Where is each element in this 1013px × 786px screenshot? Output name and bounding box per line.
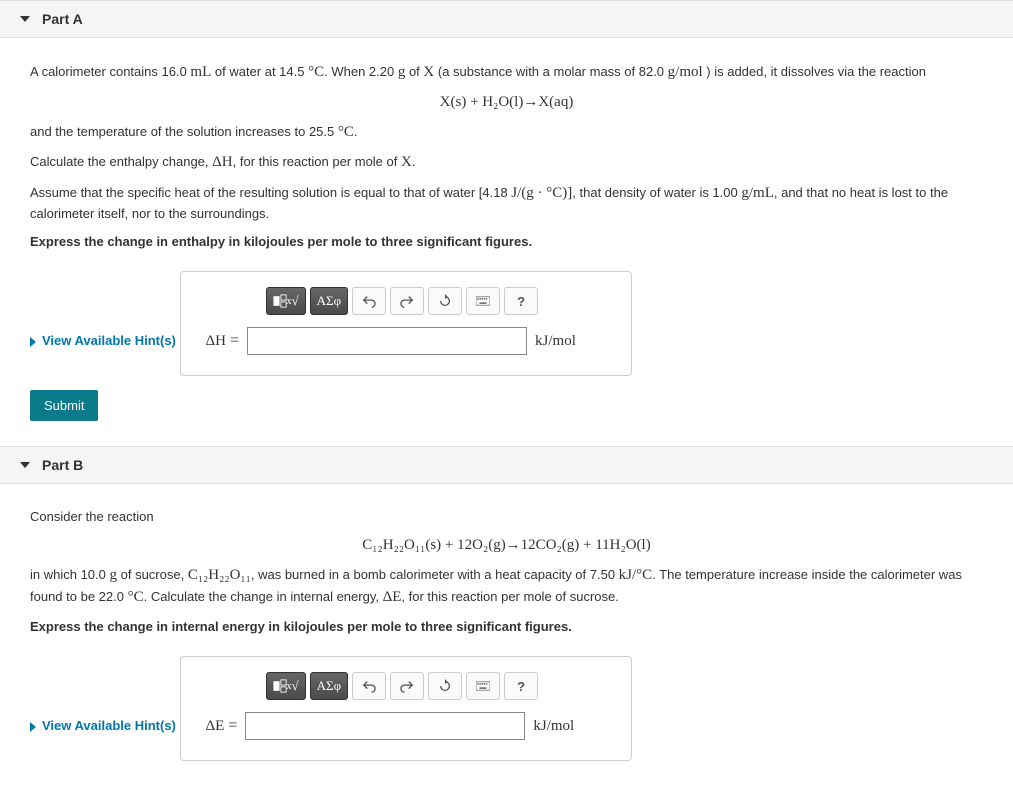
part-a-content: A calorimeter contains 16.0 mL of water … bbox=[0, 38, 1013, 446]
caret-right-icon bbox=[30, 722, 36, 732]
equation-2: C₁₂H₂₂O₁₁(s) + 12O₂(g)→12CO₂(g) + 11H₂O(… bbox=[30, 537, 983, 554]
template-icon bbox=[273, 294, 287, 308]
answer-row-b: ΔE = kJ/mol bbox=[206, 712, 606, 740]
part-a-paragraph-4: Assume that the specific heat of the res… bbox=[30, 182, 983, 224]
part-b-paragraph-2: in which 10.0 g of sucrose, C₁₂H₂₂O₁₁, w… bbox=[30, 564, 983, 609]
redo-icon bbox=[400, 679, 414, 693]
part-a-paragraph-2: and the temperature of the solution incr… bbox=[30, 121, 983, 144]
view-hints-link[interactable]: View Available Hint(s) bbox=[30, 333, 176, 348]
part-a-paragraph-3: Calculate the enthalpy change, ΔH, for t… bbox=[30, 151, 983, 174]
submit-button-a[interactable]: Submit bbox=[30, 390, 98, 421]
answer-box-a: x√ ΑΣφ ? ΔH = kJ/mol bbox=[180, 271, 632, 376]
reset-button[interactable] bbox=[428, 672, 462, 700]
reset-icon bbox=[438, 679, 452, 693]
keyboard-button[interactable] bbox=[466, 672, 500, 700]
template-button[interactable]: x√ bbox=[266, 672, 306, 700]
redo-icon bbox=[400, 294, 414, 308]
answer-input-b[interactable] bbox=[245, 712, 525, 740]
undo-icon bbox=[362, 679, 376, 693]
caret-right-icon bbox=[30, 337, 36, 347]
part-b-header[interactable]: Part B bbox=[0, 446, 1013, 484]
reset-button[interactable] bbox=[428, 287, 462, 315]
answer-row-a: ΔH = kJ/mol bbox=[206, 327, 606, 355]
keyboard-icon bbox=[476, 679, 490, 693]
keyboard-icon bbox=[476, 294, 490, 308]
caret-down-icon bbox=[20, 16, 30, 22]
view-hints-link-b[interactable]: View Available Hint(s) bbox=[30, 718, 176, 733]
keyboard-button[interactable] bbox=[466, 287, 500, 315]
answer-box-b: x√ ΑΣφ ? ΔE = kJ/mol bbox=[180, 656, 632, 761]
part-a-title: Part A bbox=[42, 11, 83, 27]
undo-icon bbox=[362, 294, 376, 308]
part-b-paragraph-1: Consider the reaction bbox=[30, 507, 983, 527]
part-a-header[interactable]: Part A bbox=[0, 0, 1013, 38]
reset-icon bbox=[438, 294, 452, 308]
part-b-content: Consider the reaction C₁₂H₂₂O₁₁(s) + 12O… bbox=[0, 484, 1013, 786]
undo-button[interactable] bbox=[352, 287, 386, 315]
part-a-paragraph-1: A calorimeter contains 16.0 mL of water … bbox=[30, 61, 983, 84]
caret-down-icon bbox=[20, 462, 30, 468]
undo-button[interactable] bbox=[352, 672, 386, 700]
toolbar-a: x√ ΑΣφ ? bbox=[266, 287, 606, 315]
part-b-title: Part B bbox=[42, 457, 83, 473]
part-b-instruction: Express the change in internal energy in… bbox=[30, 617, 983, 637]
var-label-b: ΔE = bbox=[206, 717, 238, 735]
redo-button[interactable] bbox=[390, 672, 424, 700]
unit-b: kJ/mol bbox=[533, 718, 574, 735]
help-button[interactable]: ? bbox=[504, 672, 538, 700]
toolbar-b: x√ ΑΣφ ? bbox=[266, 672, 606, 700]
unit-a: kJ/mol bbox=[535, 333, 576, 350]
answer-input-a[interactable] bbox=[247, 327, 527, 355]
equation-1: X(s) + H₂O(l)→X(aq) bbox=[30, 94, 983, 111]
part-a-instruction: Express the change in enthalpy in kilojo… bbox=[30, 232, 983, 252]
help-button[interactable]: ? bbox=[504, 287, 538, 315]
template-icon bbox=[273, 679, 287, 693]
var-label-a: ΔH = bbox=[206, 332, 240, 350]
greek-button[interactable]: ΑΣφ bbox=[310, 672, 348, 700]
redo-button[interactable] bbox=[390, 287, 424, 315]
greek-button[interactable]: ΑΣφ bbox=[310, 287, 348, 315]
template-button[interactable]: x√ bbox=[266, 287, 306, 315]
